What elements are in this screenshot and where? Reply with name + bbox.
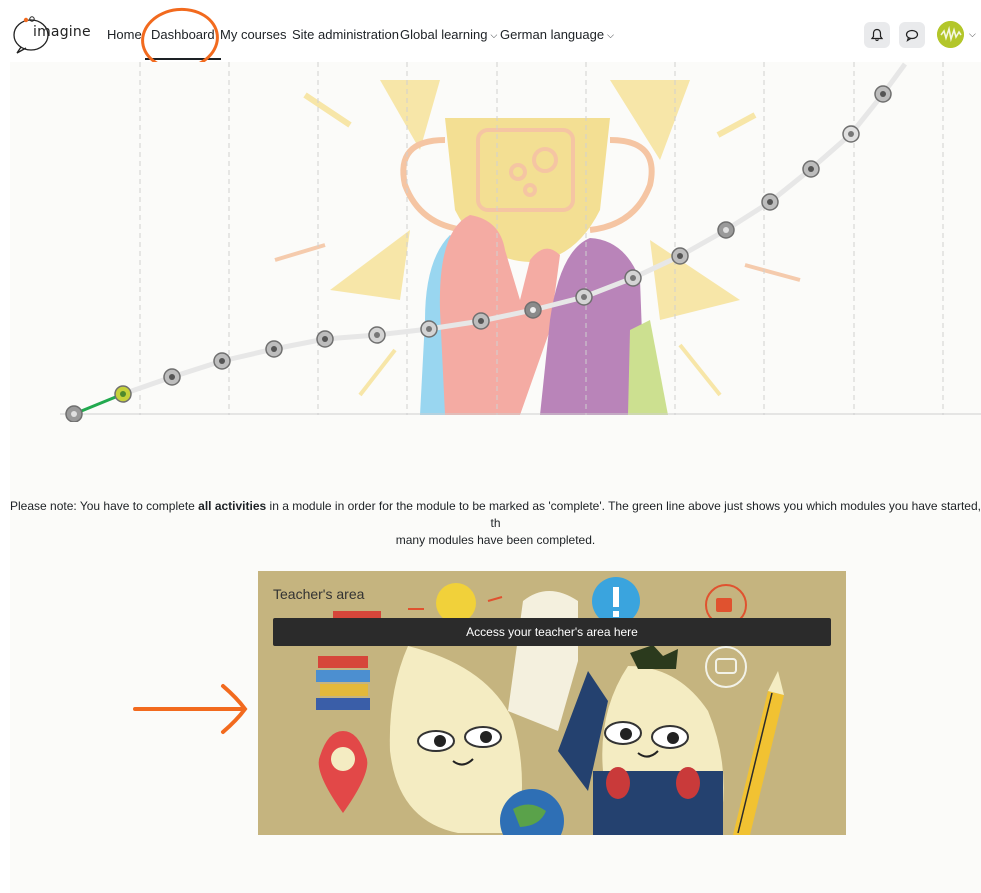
nav-german-language-label: German language (500, 27, 605, 42)
nav-home[interactable]: Home (107, 27, 142, 42)
top-navbar: imagine Home Dashboard My courses Site a… (0, 0, 981, 62)
module-node-6[interactable] (368, 326, 386, 344)
trophy-illustration (274, 80, 801, 415)
module-node-1[interactable] (114, 385, 132, 403)
note-prefix: Please note: You have to complete (10, 499, 199, 513)
module-node-13[interactable] (717, 221, 735, 239)
notifications-button[interactable] (864, 22, 890, 48)
module-node-17[interactable] (874, 85, 892, 103)
module-node-start[interactable] (65, 405, 83, 422)
module-node-5[interactable] (316, 330, 334, 348)
user-menu[interactable]: ⌵ (937, 21, 977, 49)
completion-note: Please note: You have to complete all ac… (10, 498, 981, 549)
module-node-15[interactable] (802, 160, 820, 178)
chevron-down-icon: ⌵ (490, 30, 498, 40)
teacher-area-title: Teacher's area (273, 586, 365, 602)
bell-icon (870, 28, 884, 42)
module-node-2[interactable] (163, 368, 181, 386)
note-bold: all activities (198, 499, 267, 513)
module-node-9[interactable] (524, 301, 542, 319)
module-node-8[interactable] (472, 312, 490, 330)
module-node-10[interactable] (575, 288, 593, 306)
chevron-down-icon: ⌵ (969, 29, 976, 39)
module-node-16[interactable] (842, 125, 860, 143)
logo-text: imagine (33, 24, 91, 40)
nav-dashboard[interactable]: Dashboard (145, 27, 221, 60)
site-logo[interactable]: imagine (11, 14, 91, 54)
nav-my-courses[interactable]: My courses (220, 27, 286, 42)
teacher-area-card[interactable]: Teacher's area Access your teacher's are… (258, 571, 846, 835)
module-node-4[interactable] (265, 340, 283, 358)
chevron-down-icon: ⌵ (607, 30, 614, 40)
module-node-14[interactable] (761, 193, 779, 211)
avatar-image (937, 21, 964, 48)
nav-global-learning[interactable]: Global learning ⌵ (400, 27, 497, 42)
nav-global-learning-label: Global learning (400, 27, 488, 42)
user-avatar (937, 21, 964, 48)
module-node-11[interactable] (624, 269, 642, 287)
module-node-7[interactable] (420, 320, 438, 338)
messages-button[interactable] (899, 22, 925, 48)
teacher-area-illustration (316, 577, 784, 835)
teacher-area-button[interactable]: Access your teacher's area here (273, 618, 831, 646)
note-line2: many modules have been completed. (395, 533, 596, 547)
module-node-3[interactable] (213, 352, 231, 370)
note-suffix: in a module in order for the module to b… (266, 499, 981, 530)
chat-bubble-icon (905, 29, 919, 42)
module-node-12[interactable] (671, 247, 689, 265)
module-progress-chart (60, 62, 981, 422)
nav-german-language[interactable]: German language ⌵ (500, 27, 614, 42)
nav-site-administration[interactable]: Site administration (292, 27, 399, 42)
